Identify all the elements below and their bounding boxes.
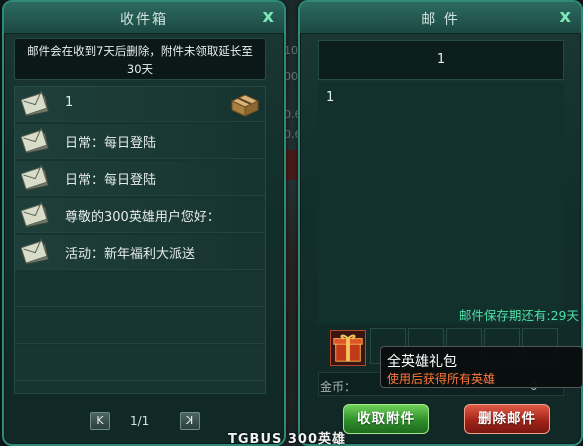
- bg-number: 10: [284, 44, 298, 57]
- inbox-notice: 邮件会在收到7天后删除，附件未领取延长至 30天: [14, 38, 266, 80]
- mail-list-item[interactable]: 1: [15, 87, 265, 122]
- envelope-icon: [21, 164, 50, 191]
- inbox-panel: 收件箱 x 邮件会在收到7天后删除，附件未领取延长至 30天 1 日常：每日登陆…: [2, 0, 286, 446]
- mail-title-bar[interactable]: 邮 件 x: [300, 2, 581, 34]
- envelope-icon: [21, 201, 50, 228]
- attachment-item[interactable]: [330, 330, 366, 366]
- mail-subject: 1: [65, 95, 74, 110]
- mail-list-item[interactable]: 尊敬的300英雄用户您好：: [15, 198, 265, 233]
- gift-box-icon: [333, 334, 363, 362]
- pager: K 1/1 K: [90, 412, 200, 432]
- envelope-icon: [21, 127, 50, 154]
- mail-subject-field: 1: [318, 40, 564, 80]
- inbox-title: 收件箱: [120, 12, 168, 28]
- collect-attachment-button[interactable]: 收取附件: [343, 404, 429, 434]
- page-indicator: 1/1: [130, 414, 150, 428]
- envelope-icon: [21, 90, 50, 117]
- mail-subject: 日常：每日登陆: [65, 136, 157, 151]
- envelope-icon: [21, 238, 50, 265]
- item-tooltip: 全英雄礼包 使用后获得所有英雄: [380, 346, 583, 388]
- tooltip-title: 全英雄礼包: [387, 354, 457, 370]
- next-page-button[interactable]: K: [180, 412, 200, 430]
- mail-subject: 日常：每日登陆: [65, 173, 157, 188]
- gold-label: 金币：: [320, 380, 357, 394]
- mail-list-item[interactable]: 活动：新年福利大派送: [15, 235, 265, 270]
- bg-number: 00: [284, 70, 298, 83]
- empty-mail-slot: [15, 272, 265, 307]
- prev-page-button[interactable]: K: [90, 412, 110, 430]
- inbox-title-bar[interactable]: 收件箱 x: [4, 2, 284, 34]
- mail-list-item[interactable]: 日常：每日登陆: [15, 124, 265, 159]
- mail-body: 1: [318, 82, 564, 324]
- mail-body-text: 1: [326, 90, 335, 105]
- inbox-close-button[interactable]: x: [262, 6, 274, 27]
- empty-mail-slot: [15, 346, 265, 381]
- mail-close-button[interactable]: x: [559, 6, 571, 27]
- watermark: TGBUS 300英雄: [228, 432, 347, 446]
- empty-mail-slot: [15, 309, 265, 344]
- mail-subject: 活动：新年福利大派送: [65, 247, 196, 262]
- inbox-notice-line1: 邮件会在收到7天后删除，附件未领取延长至: [27, 44, 253, 58]
- prev-page-icon: K: [96, 414, 104, 427]
- mail-list-item[interactable]: 日常：每日登陆: [15, 161, 265, 196]
- inbox-notice-line2: 30天: [126, 62, 154, 76]
- next-page-icon: K: [186, 414, 194, 427]
- mail-subject: 尊敬的300英雄用户您好：: [65, 210, 220, 225]
- mail-expiry-text: 邮件保存期还有:29天: [458, 308, 579, 323]
- tooltip-description: 使用后获得所有英雄: [387, 372, 496, 386]
- attachment-package-icon: [230, 94, 260, 117]
- mail-list: 1 日常：每日登陆 日常：每日登陆 尊敬的300英雄用户您好： 活动：新年福利大…: [14, 86, 266, 394]
- delete-mail-button[interactable]: 删除邮件: [464, 404, 550, 434]
- mail-panel-title: 邮 件: [421, 12, 460, 28]
